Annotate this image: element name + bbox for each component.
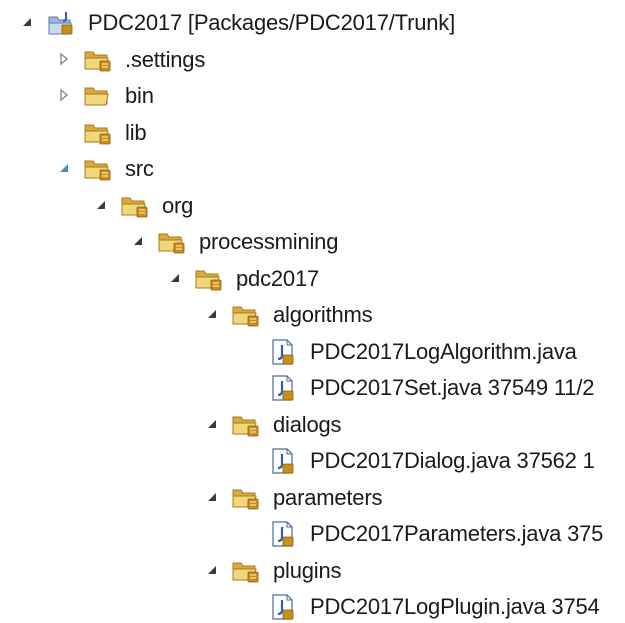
tree-item-folder-algorithms[interactable]: algorithms — [0, 297, 625, 333]
tree-item-label: src — [125, 156, 154, 181]
collapse-arrow-icon[interactable] — [94, 198, 108, 212]
tree-item-folder-plugins[interactable]: plugins — [0, 553, 625, 589]
tree-item-file-parameters[interactable]: PDC2017Parameters.java 375 — [0, 516, 625, 552]
tree-item-label: org — [162, 192, 194, 218]
tree-item-folder-parameters[interactable]: parameters — [0, 480, 625, 516]
collapse-arrow-icon[interactable] — [20, 15, 34, 29]
tree-item-project-root[interactable]: PDC2017 [Packages/PDC2017/Trunk] — [0, 5, 625, 41]
tree-item-label: parameters — [273, 484, 383, 510]
package-folder-icon — [83, 155, 113, 183]
collapse-arrow-icon[interactable] — [57, 161, 71, 175]
collapse-arrow-icon[interactable] — [205, 417, 219, 431]
tree-item-label: PDC2017Set.java 37549 11/2 — [310, 375, 595, 400]
project-explorer-tree: PDC2017 [Packages/PDC2017/Trunk] .setting… — [0, 0, 625, 623]
collapse-arrow-icon[interactable] — [131, 234, 145, 248]
tree-item-label: lib — [125, 119, 147, 145]
tree-item-folder-settings[interactable]: .settings — [0, 42, 625, 78]
tree-item-label: PDC2017Dialog.java 37562 1 — [310, 448, 595, 473]
tree-item-label: PDC2017 [Packages/PDC2017/Trunk] — [88, 10, 455, 35]
tree-item-folder-lib[interactable]: lib — [0, 115, 625, 151]
folder-icon — [83, 82, 113, 110]
tree-item-label: processmining — [199, 229, 339, 254]
tree-item-folder-pdc2017[interactable]: pdc2017 — [0, 261, 625, 297]
collapse-arrow-icon[interactable] — [168, 271, 182, 285]
package-folder-icon — [157, 228, 187, 256]
tree-clip-edge — [611, 0, 625, 623]
tree-item-label: PDC2017LogAlgorithm.java — [310, 338, 577, 364]
java-project-icon — [46, 9, 76, 37]
package-folder-icon — [231, 411, 261, 439]
tree-item-label: plugins — [273, 557, 342, 583]
tree-item-folder-org[interactable]: org — [0, 188, 625, 224]
collapse-arrow-icon[interactable] — [205, 307, 219, 321]
package-folder-icon — [83, 119, 113, 147]
tree-item-file-set[interactable]: PDC2017Set.java 37549 11/2 — [0, 370, 625, 406]
tree-item-folder-dialogs[interactable]: dialogs — [0, 407, 625, 443]
tree-item-file-logalgorithm[interactable]: PDC2017LogAlgorithm.java — [0, 334, 625, 370]
tree-item-label: PDC2017LogPlugin.java 3754 — [310, 594, 600, 619]
expand-arrow-icon[interactable] — [57, 52, 71, 66]
tree-item-label: dialogs — [273, 411, 342, 437]
package-folder-icon — [194, 265, 224, 293]
java-file-icon — [268, 593, 298, 621]
package-folder-icon — [231, 484, 261, 512]
java-file-icon — [268, 338, 298, 366]
tree-item-label: bin — [125, 83, 154, 108]
java-file-icon — [268, 447, 298, 475]
java-file-icon — [268, 374, 298, 402]
tree-item-file-logplugin[interactable]: PDC2017LogPlugin.java 3754 — [0, 589, 625, 623]
tree-item-folder-bin[interactable]: bin — [0, 78, 625, 114]
package-folder-icon — [83, 46, 113, 74]
tree-item-label: PDC2017Parameters.java 375 — [310, 521, 604, 546]
java-file-icon — [268, 520, 298, 548]
expand-arrow-icon[interactable] — [57, 88, 71, 102]
tree-item-label: .settings — [125, 46, 206, 72]
tree-item-file-dialog[interactable]: PDC2017Dialog.java 37562 1 — [0, 443, 625, 479]
package-folder-icon — [120, 192, 150, 220]
tree-item-label: algorithms — [273, 302, 373, 327]
tree-item-label: pdc2017 — [236, 265, 320, 291]
collapse-arrow-icon[interactable] — [205, 490, 219, 504]
package-folder-icon — [231, 557, 261, 585]
package-folder-icon — [231, 301, 261, 329]
collapse-arrow-icon[interactable] — [205, 563, 219, 577]
tree-item-folder-processmining[interactable]: processmining — [0, 224, 625, 260]
tree-item-folder-src[interactable]: src — [0, 151, 625, 187]
